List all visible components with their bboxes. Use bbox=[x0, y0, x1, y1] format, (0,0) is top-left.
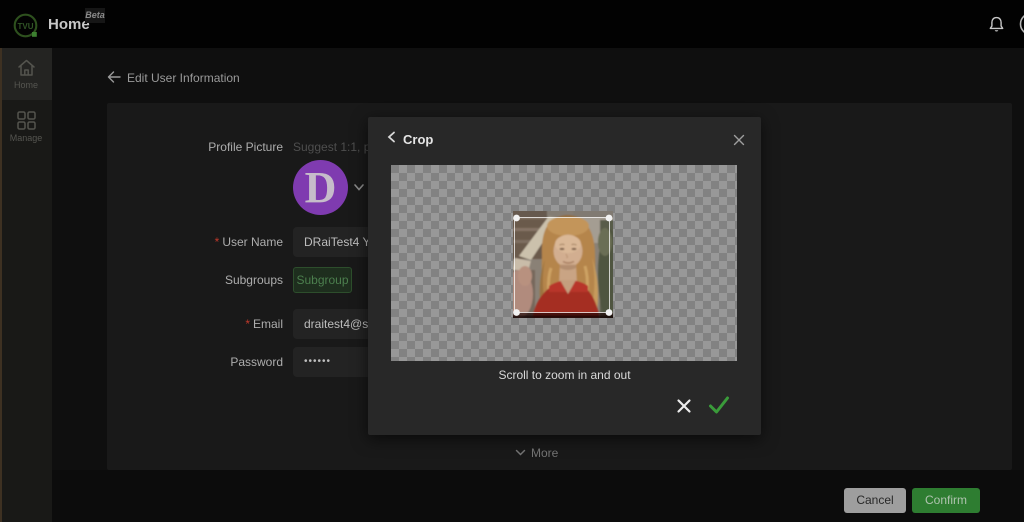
svg-text:TVU: TVU bbox=[18, 22, 34, 31]
